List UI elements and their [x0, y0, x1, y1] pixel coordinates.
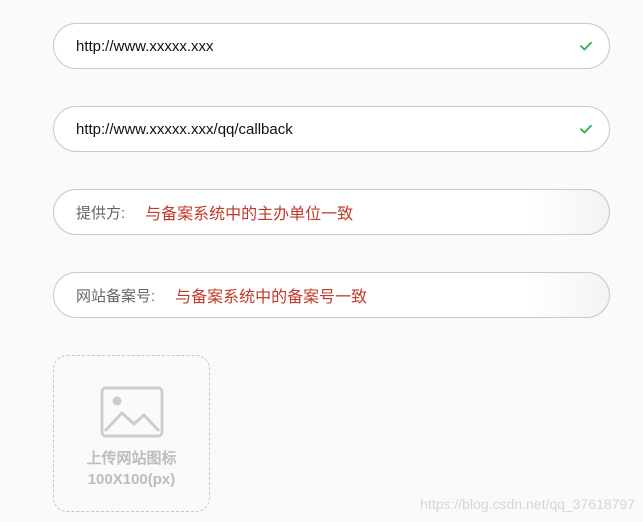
provider-label: 提供方:: [76, 204, 126, 222]
icp-number-label: 网站备案号:: [76, 287, 156, 305]
callback-url-field[interactable]: http://www.xxxxx.xxx/qq/callback: [53, 106, 610, 152]
callback-url-value[interactable]: http://www.xxxxx.xxx/qq/callback: [76, 121, 579, 138]
website-url-field[interactable]: http://www.xxxxx.xxx: [53, 23, 610, 69]
provider-note: 与备案系统中的主办单位一致: [145, 206, 354, 223]
image-icon: [100, 386, 163, 438]
upload-site-icon-box[interactable]: 上传网站图标 100X100(px): [53, 355, 210, 512]
watermark: https://blog.csdn.net/qq_37618797: [420, 496, 635, 512]
icp-number-field[interactable]: 网站备案号: 与备案系统中的备案号一致: [53, 272, 610, 318]
website-url-value[interactable]: http://www.xxxxx.xxx: [76, 38, 579, 55]
provider-field[interactable]: 提供方: 与备案系统中的主办单位一致: [53, 189, 610, 235]
upload-label: 上传网站图标: [86, 450, 177, 467]
check-icon: [579, 39, 593, 53]
icp-number-note: 与备案系统中的备案号一致: [175, 289, 368, 306]
upload-size-hint: 100X100(px): [87, 471, 176, 488]
check-icon: [579, 122, 593, 136]
